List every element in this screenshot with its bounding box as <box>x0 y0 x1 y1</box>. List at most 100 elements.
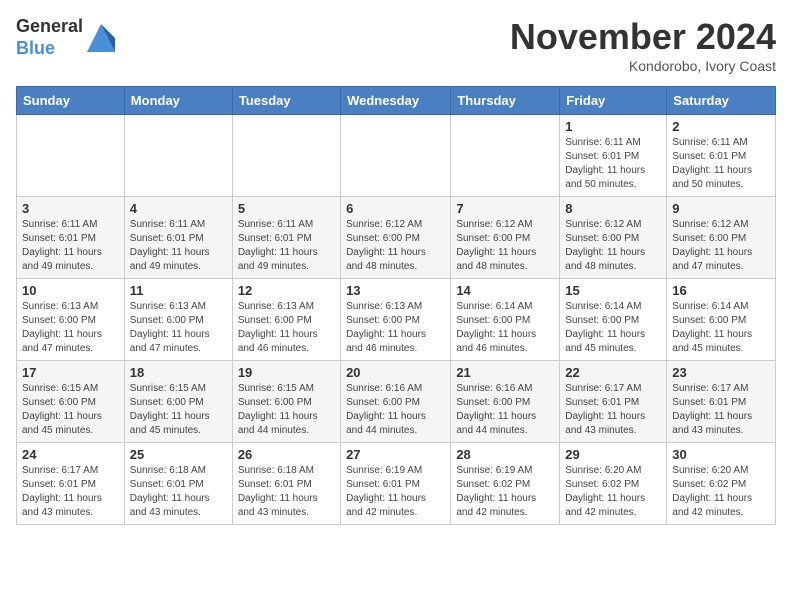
day-cell: 19Sunrise: 6:15 AMSunset: 6:00 PMDayligh… <box>232 361 340 443</box>
page-header: General Blue November 2024 Kondorobo, Iv… <box>16 16 776 74</box>
day-number: 13 <box>346 283 445 298</box>
day-info: Sunrise: 6:18 AMSunset: 6:01 PMDaylight:… <box>130 464 227 520</box>
day-number: 7 <box>456 201 554 216</box>
day-cell: 20Sunrise: 6:16 AMSunset: 6:00 PMDayligh… <box>341 361 451 443</box>
header-cell-thursday: Thursday <box>451 87 560 115</box>
day-info: Sunrise: 6:12 AMSunset: 6:00 PMDaylight:… <box>456 218 554 274</box>
day-cell: 9 Sunrise: 6:12 AMSunset: 6:00 PMDaylight… <box>667 197 776 279</box>
day-cell: 6 Sunrise: 6:12 AMSunset: 6:00 PMDaylight… <box>341 197 451 279</box>
calendar-header: SundayMondayTuesdayWednesdayThursdayFrid… <box>17 87 776 115</box>
day-cell: 12 Sunrise: 6:13 AMSunset: 6:00 PMDayligh… <box>232 279 340 361</box>
day-number: 14 <box>456 283 554 298</box>
day-cell: 10Sunrise: 6:13 AMSunset: 6:00 PMDayligh… <box>17 279 125 361</box>
day-cell: 28 Sunrise: 6:19 AMSunset: 6:02 PMDayligh… <box>451 443 560 525</box>
day-cell <box>124 115 232 197</box>
day-cell: 25 Sunrise: 6:18 AMSunset: 6:01 PMDayligh… <box>124 443 232 525</box>
day-info: Sunrise: 6:12 AMSunset: 6:00 PMDaylight:… <box>346 218 445 274</box>
day-number: 3 <box>22 201 119 216</box>
day-number: 21 <box>456 365 554 380</box>
day-number: 4 <box>130 201 227 216</box>
day-number: 22 <box>565 365 661 380</box>
day-cell: 23 Sunrise: 6:17 AMSunset: 6:01 PMDayligh… <box>667 361 776 443</box>
day-info: Sunrise: 6:17 AMSunset: 6:01 PMDaylight:… <box>672 382 770 438</box>
day-info: Sunrise: 6:15 AMSunset: 6:00 PMDaylight:… <box>22 382 119 438</box>
day-number: 26 <box>238 447 335 462</box>
day-cell: 16Sunrise: 6:14 AMSunset: 6:00 PMDayligh… <box>667 279 776 361</box>
month-title: November 2024 <box>510 16 776 58</box>
day-info: Sunrise: 6:18 AMSunset: 6:01 PMDaylight:… <box>238 464 335 520</box>
day-cell: 18 Sunrise: 6:15 AMSunset: 6:00 PMDayligh… <box>124 361 232 443</box>
day-cell: 29Sunrise: 6:20 AMSunset: 6:02 PMDayligh… <box>560 443 667 525</box>
logo-general: General <box>16 16 83 38</box>
header-row: SundayMondayTuesdayWednesdayThursdayFrid… <box>17 87 776 115</box>
day-number: 2 <box>672 119 770 134</box>
day-info: Sunrise: 6:11 AMSunset: 6:01 PMDaylight:… <box>130 218 227 274</box>
day-cell <box>451 115 560 197</box>
day-info: Sunrise: 6:11 AMSunset: 6:01 PMDaylight:… <box>238 218 335 274</box>
day-cell: 24 Sunrise: 6:17 AMSunset: 6:01 PMDayligh… <box>17 443 125 525</box>
day-cell <box>17 115 125 197</box>
day-number: 25 <box>130 447 227 462</box>
week-row-5: 24 Sunrise: 6:17 AMSunset: 6:01 PMDayligh… <box>17 443 776 525</box>
day-number: 15 <box>565 283 661 298</box>
day-number: 18 <box>130 365 227 380</box>
day-info: Sunrise: 6:16 AMSunset: 6:00 PMDaylight:… <box>346 382 445 438</box>
day-info: Sunrise: 6:16 AMSunset: 6:00 PMDaylight:… <box>456 382 554 438</box>
week-row-3: 10 Sunrise: 6:13 AMSunset: 6:00 PMDayligh… <box>17 279 776 361</box>
day-cell: 8 Sunrise: 6:12 AMSunset: 6:00 PMDaylight… <box>560 197 667 279</box>
week-row-1: 1 Sunrise: 6:11 AMSunset: 6:01 PMDaylight… <box>17 115 776 197</box>
logo: General Blue <box>16 16 115 59</box>
day-cell: 22 Sunrise: 6:17 AMSunset: 6:01 PMDayligh… <box>560 361 667 443</box>
day-info: Sunrise: 6:14 AMSunset: 6:00 PMDaylight:… <box>672 300 770 356</box>
day-info: Sunrise: 6:13 AMSunset: 6:00 PMDaylight:… <box>130 300 227 356</box>
day-info: Sunrise: 6:12 AMSunset: 6:00 PMDaylight:… <box>672 218 770 274</box>
day-info: Sunrise: 6:13 AMSunset: 6:00 PMDaylight:… <box>238 300 335 356</box>
day-cell: 1Sunrise: 6:11 AMSunset: 6:01 PMDaylight… <box>560 115 667 197</box>
day-info: Sunrise: 6:12 AMSunset: 6:00 PMDaylight:… <box>565 218 661 274</box>
header-cell-tuesday: Tuesday <box>232 87 340 115</box>
day-cell: 21 Sunrise: 6:16 AMSunset: 6:00 PMDayligh… <box>451 361 560 443</box>
day-cell: 7 Sunrise: 6:12 AMSunset: 6:00 PMDaylight… <box>451 197 560 279</box>
day-info: Sunrise: 6:20 AMSunset: 6:02 PMDaylight:… <box>672 464 770 520</box>
day-number: 9 <box>672 201 770 216</box>
day-cell: 2 Sunrise: 6:11 AMSunset: 6:01 PMDaylight… <box>667 115 776 197</box>
day-number: 10 <box>22 283 119 298</box>
day-number: 1 <box>565 119 661 134</box>
day-info: Sunrise: 6:15 AMSunset: 6:00 PMDaylight:… <box>130 382 227 438</box>
header-cell-wednesday: Wednesday <box>341 87 451 115</box>
header-cell-friday: Friday <box>560 87 667 115</box>
day-info: Sunrise: 6:11 AMSunset: 6:01 PMDaylight:… <box>22 218 119 274</box>
day-number: 17 <box>22 365 119 380</box>
day-number: 8 <box>565 201 661 216</box>
day-number: 24 <box>22 447 119 462</box>
header-cell-monday: Monday <box>124 87 232 115</box>
day-cell: 15Sunrise: 6:14 AMSunset: 6:00 PMDayligh… <box>560 279 667 361</box>
week-row-4: 17 Sunrise: 6:15 AMSunset: 6:00 PMDayligh… <box>17 361 776 443</box>
day-cell: 13 Sunrise: 6:13 AMSunset: 6:00 PMDayligh… <box>341 279 451 361</box>
day-info: Sunrise: 6:19 AMSunset: 6:01 PMDaylight:… <box>346 464 445 520</box>
day-cell: 17 Sunrise: 6:15 AMSunset: 6:00 PMDayligh… <box>17 361 125 443</box>
day-info: Sunrise: 6:17 AMSunset: 6:01 PMDaylight:… <box>565 382 661 438</box>
day-number: 6 <box>346 201 445 216</box>
day-cell <box>232 115 340 197</box>
day-info: Sunrise: 6:11 AMSunset: 6:01 PMDaylight:… <box>672 136 770 192</box>
day-info: Sunrise: 6:19 AMSunset: 6:02 PMDaylight:… <box>456 464 554 520</box>
day-number: 27 <box>346 447 445 462</box>
day-number: 12 <box>238 283 335 298</box>
day-cell: 11 Sunrise: 6:13 AMSunset: 6:00 PMDayligh… <box>124 279 232 361</box>
day-number: 5 <box>238 201 335 216</box>
day-cell: 3 Sunrise: 6:11 AMSunset: 6:01 PMDaylight… <box>17 197 125 279</box>
logo-icon <box>87 24 115 52</box>
day-info: Sunrise: 6:20 AMSunset: 6:02 PMDaylight:… <box>565 464 661 520</box>
day-number: 30 <box>672 447 770 462</box>
day-cell: 14Sunrise: 6:14 AMSunset: 6:00 PMDayligh… <box>451 279 560 361</box>
day-number: 11 <box>130 283 227 298</box>
calendar-body: 1 Sunrise: 6:11 AMSunset: 6:01 PMDaylight… <box>17 115 776 525</box>
day-number: 28 <box>456 447 554 462</box>
day-number: 23 <box>672 365 770 380</box>
day-info: Sunrise: 6:17 AMSunset: 6:01 PMDaylight:… <box>22 464 119 520</box>
header-cell-sunday: Sunday <box>17 87 125 115</box>
day-cell: 4 Sunrise: 6:11 AMSunset: 6:01 PMDaylight… <box>124 197 232 279</box>
logo-blue: Blue <box>16 38 83 60</box>
day-info: Sunrise: 6:13 AMSunset: 6:00 PMDaylight:… <box>346 300 445 356</box>
